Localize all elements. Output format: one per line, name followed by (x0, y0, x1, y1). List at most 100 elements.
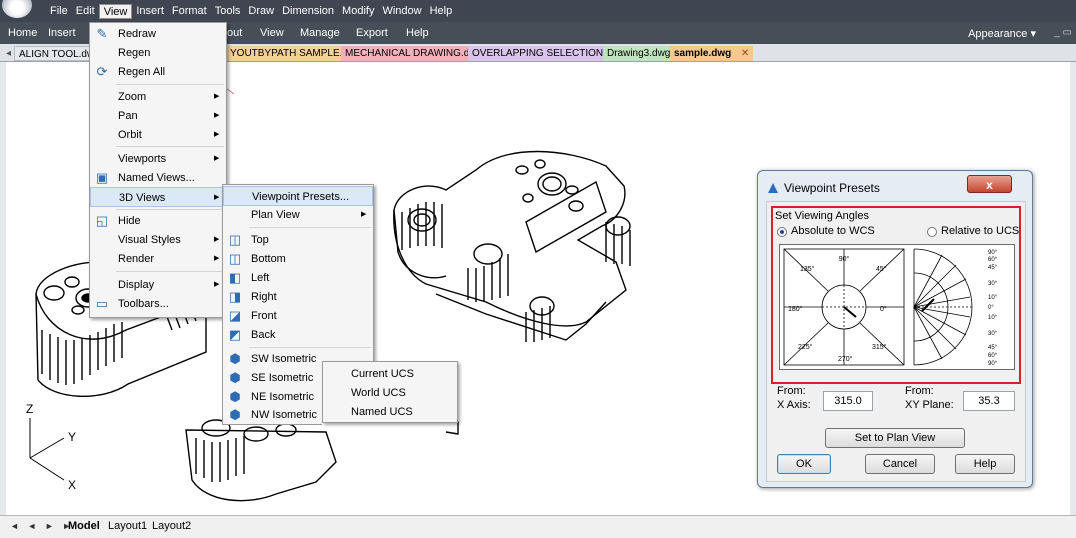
dialog-title: Viewpoint Presets (784, 181, 880, 195)
view-left-icon: ◧ (228, 270, 242, 285)
from-label-x: From: (777, 385, 806, 397)
submenu-arrow-icon: ▶ (214, 281, 220, 288)
close-button[interactable]: x (967, 175, 1012, 193)
ucs-x-label: X (68, 478, 77, 492)
menu-item-top[interactable]: ◫ Top (223, 230, 373, 250)
arc-label-45-top: 45° (988, 265, 998, 271)
menu-file[interactable]: File (46, 4, 72, 19)
dial-label-225: 225° (798, 343, 813, 351)
menu-item-display[interactable]: Display ▶ (90, 275, 226, 295)
xy-plane-field[interactable]: 35.3 (963, 391, 1015, 411)
menu-window[interactable]: Window (378, 4, 425, 19)
title-bar: File Edit View Insert Format Tools Draw … (0, 0, 1076, 22)
menu-item-front[interactable]: ◪ Front (223, 306, 373, 326)
menu-item-nw-isometric[interactable]: ⬢ NW Isometric (222, 405, 322, 425)
menu-separator (116, 209, 224, 210)
menu-item-bottom[interactable]: ◫ Bottom (223, 249, 373, 269)
menu-item-render[interactable]: Render ▶ (90, 249, 226, 269)
ne-isometric-icon: ⬢ (229, 389, 241, 404)
menu-insert[interactable]: Insert (132, 4, 168, 19)
menu-item-orbit[interactable]: Orbit ▶ (90, 125, 226, 145)
menu-item-named-views[interactable]: ▣ Named Views... (90, 168, 226, 188)
menu-view[interactable]: View (98, 4, 133, 19)
layout-nav-arrows[interactable]: ◄ ◄ ► ► (10, 521, 74, 531)
right-scroll-edge (1070, 62, 1076, 515)
cad-part-bottom (185, 417, 459, 502)
submenu-arrow-icon: ▶ (214, 236, 220, 243)
menu-item-3d-views[interactable]: 3D Views ▶ (90, 187, 226, 207)
radio-relative-ucs[interactable] (927, 227, 937, 237)
arc-label-60-top: 60° (988, 257, 998, 263)
menu-item-right[interactable]: ◨ Right (223, 287, 373, 307)
menu-dimension[interactable]: Dimension (278, 4, 338, 19)
ucs-y-label: Y (68, 430, 77, 444)
menu-item-regen[interactable]: Regen (90, 43, 226, 63)
nw-isometric-icon: ⬢ (229, 407, 241, 422)
radio-absolute-wcs[interactable] (777, 227, 787, 237)
ribbon-tab-view[interactable]: View (260, 27, 284, 39)
menu-item-zoom[interactable]: Zoom ▶ (90, 87, 226, 107)
ribbon-tab-home[interactable]: Home (8, 27, 37, 39)
view-front-icon: ◪ (228, 308, 242, 323)
menu-draw[interactable]: Draw (244, 4, 278, 19)
doc-tab-active[interactable]: sample.dwg ✕ (670, 46, 754, 61)
arc-label-30-bottom: 30° (988, 331, 998, 337)
menu-help[interactable]: Help (426, 4, 457, 19)
regen-all-icon: ⟳ (96, 64, 108, 79)
doc-tab[interactable]: MECHANICAL DRAWING.dwg (341, 46, 487, 61)
submenu-arrow-icon: ▶ (214, 194, 220, 201)
menu-tools[interactable]: Tools (211, 4, 245, 19)
doc-tab[interactable]: Drawing3.dwg (603, 46, 675, 61)
ribbon-tab-layout[interactable]: out (227, 27, 242, 39)
menu-modify[interactable]: Modify (338, 4, 378, 19)
ribbon-tab-help[interactable]: Help (406, 27, 429, 39)
menu-item-toolbars[interactable]: ▭ Toolbars... (90, 294, 226, 314)
submenu-arrow-icon: ▶ (214, 93, 220, 100)
ribbon-tab-export[interactable]: Export (356, 27, 388, 39)
menu-item-viewports[interactable]: Viewports ▶ (90, 149, 226, 169)
submenu-arrow-icon: ▶ (214, 112, 220, 119)
angle-selector-panel[interactable]: 90° 45° 0° 315° 270° 225° 180° 135° 90° … (779, 244, 1015, 370)
menu-item-visual-styles[interactable]: Visual Styles ▶ (90, 230, 226, 250)
dial-label-315: 315° (872, 343, 887, 351)
se-isometric-icon: ⬢ (229, 370, 241, 385)
ucs-axis-icon (29, 418, 65, 481)
set-to-plan-view-button[interactable]: Set to Plan View (825, 428, 965, 448)
dial-label-180: 180° (788, 305, 803, 313)
ok-button[interactable]: OK (777, 454, 831, 474)
tab-layout1[interactable]: Layout1 (108, 520, 147, 532)
help-button[interactable]: Help (955, 454, 1015, 474)
menu-item-regen-all[interactable]: ⟳ Regen All (90, 62, 226, 82)
menu-format[interactable]: Format (168, 4, 211, 19)
cancel-button[interactable]: Cancel (865, 454, 935, 474)
angle-dials: 90° 45° 0° 315° 270° 225° 180° 135° 90° … (783, 248, 998, 367)
x-axis-field[interactable]: 315.0 (823, 391, 873, 411)
menu-separator (249, 347, 371, 348)
menu-item-viewpoint-presets[interactable]: Viewpoint Presets... (223, 186, 373, 206)
menu-item-redraw[interactable]: ✎ Redraw (90, 24, 226, 44)
tab-layout2[interactable]: Layout2 (152, 520, 191, 532)
menu-item-current-ucs[interactable]: Current UCS (323, 364, 457, 384)
arc-label-30-top: 30° (988, 281, 998, 287)
menu-item-world-ucs[interactable]: World UCS (323, 383, 457, 403)
menu-item-left[interactable]: ◧ Left (223, 268, 373, 288)
ribbon-tab-manage[interactable]: Manage (300, 27, 340, 39)
sw-isometric-icon: ⬢ (229, 351, 241, 366)
app-logo-icon[interactable] (2, 0, 32, 18)
appearance-dropdown[interactable]: Appearance ▾ (968, 27, 1036, 40)
arc-label-10-top: 10° (988, 295, 998, 301)
doc-tab-label: sample.dwg (674, 48, 732, 59)
ribbon-tab-insert[interactable]: Insert (48, 27, 76, 39)
menu-item-pan[interactable]: Pan ▶ (90, 106, 226, 126)
arc-label-90-top: 90° (988, 250, 998, 256)
menu-edit[interactable]: Edit (72, 4, 99, 19)
menu-separator (249, 227, 371, 228)
menu-item-plan-view[interactable]: Plan View ▶ (223, 205, 373, 225)
menu-separator (116, 84, 224, 85)
window-controls[interactable]: _ ▭ (1054, 27, 1072, 38)
tab-model[interactable]: Model (68, 520, 100, 532)
close-tab-icon[interactable]: ✕ (741, 46, 749, 61)
menu-item-hide[interactable]: ◱ Hide (90, 211, 226, 231)
menu-item-back[interactable]: ◩ Back (223, 325, 373, 345)
menu-item-named-ucs[interactable]: Named UCS (323, 402, 457, 422)
